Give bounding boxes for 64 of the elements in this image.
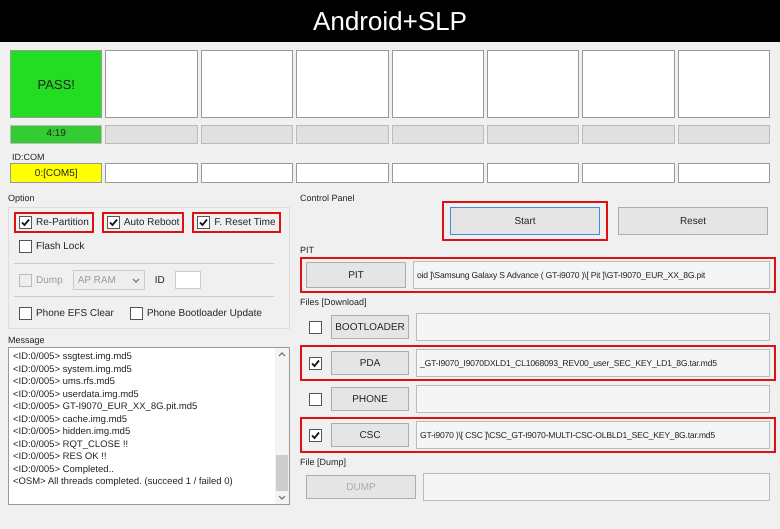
progress-time: 4:19 [46,128,66,139]
id-field[interactable] [174,271,201,289]
path-field[interactable] [416,385,770,413]
checkbox[interactable] [19,307,32,320]
file-button[interactable]: PDA [331,351,409,375]
chevron-down-icon [278,495,286,500]
path-field[interactable] [416,313,770,341]
log-line: <ID:0/005> ssgtest.img.md5 [13,351,132,364]
pit-button[interactable]: PIT [306,262,406,288]
log-line: <ID:0/005> userdata.img.md5 [13,388,139,401]
pit-label: PIT [300,245,314,255]
check-icon [108,218,118,227]
files-label: Files [Download] [300,297,367,307]
checkbox[interactable] [197,216,210,229]
log-line: <ID:0/005> system.img.md5 [13,364,132,376]
com-port-box: 0:[COM5] [10,163,102,183]
checkbox[interactable] [308,392,322,406]
checkbox-label: Flash Lock [36,241,84,252]
checkbox[interactable] [106,216,120,229]
option-label: Option [8,193,35,203]
chevron-up-icon [278,352,286,357]
file-button[interactable]: CSC [331,423,409,447]
message-label: Message [8,335,45,345]
checkbox[interactable] [308,428,322,442]
scrollbar[interactable] [275,348,289,504]
control-button[interactable]: Start [450,207,600,235]
path-field[interactable] [423,473,770,501]
log-line: <ID:0/005> cache.img.md5 [13,414,128,426]
check-icon [310,430,320,440]
status-box: PASS! [10,50,102,118]
checkbox-label: Phone EFS Clear [36,308,114,319]
id-label: ID [154,274,165,286]
checkbox[interactable] [130,307,143,320]
checkbox[interactable] [19,240,32,253]
control-button[interactable]: Reset [618,207,768,235]
log-line: <ID:0/005> hidden.img.md5 [13,426,130,438]
checkbox-label: Auto Reboot [124,217,180,228]
checkbox[interactable] [19,216,32,229]
check-icon [310,358,320,368]
id-com-label: ID:COM [11,151,46,163]
log-line: <ID:0/005> ums.rfs.md5 [13,376,115,388]
checkbox-label: Re-Partition [36,217,89,228]
file-button[interactable]: PHONE [331,387,409,411]
checkbox-label: Dump [36,274,63,286]
checkbox-label: F. Reset Time [214,217,276,228]
path-field[interactable]: oid ]\Samsung Galaxy S Advance ( GT-i9070 )\[ Pit ]\GT-I9070_EUR_XX_8G.pit [413,261,770,289]
checkbox[interactable] [308,356,322,370]
check-icon [199,218,208,227]
check-icon [21,218,30,227]
scrollbar-thumb[interactable] [276,455,288,491]
log-line: <ID:0/005> RQT_CLOSE !! [13,438,128,451]
control-panel-label: Control Panel [300,193,355,203]
log-line: <ID:0/005> RES OK !! [13,451,106,464]
file-button[interactable]: BOOTLOADER [331,315,409,339]
path-field[interactable]: _GT-I9070_I9070DXLD1_CL1068093_REV00_user_SEC_KEY_LD1_8G.tar.md5 [416,349,770,377]
chevron-down-icon [132,278,140,282]
log-line: <ID:0/005> GT-I9070_EUR_XX_8G.pit.md5 [13,401,198,414]
window-title: Android+SLP [0,0,780,42]
path-field[interactable]: GT-i9070 )\[ CSC ]\CSC_GT-I9070-MULTI-CSC-OLBLD1_SEC_KEY_8G.tar.md5 [416,421,770,449]
checkbox-label: Phone Bootloader Update [146,308,262,319]
log-line: <ID:0/005> Completed.. [13,464,114,476]
file-dump-label: File [Dump] [300,457,346,467]
checkbox[interactable] [308,320,322,334]
log-line: <OSM> All threads completed. (succeed 1 / failed 0) [13,476,233,488]
